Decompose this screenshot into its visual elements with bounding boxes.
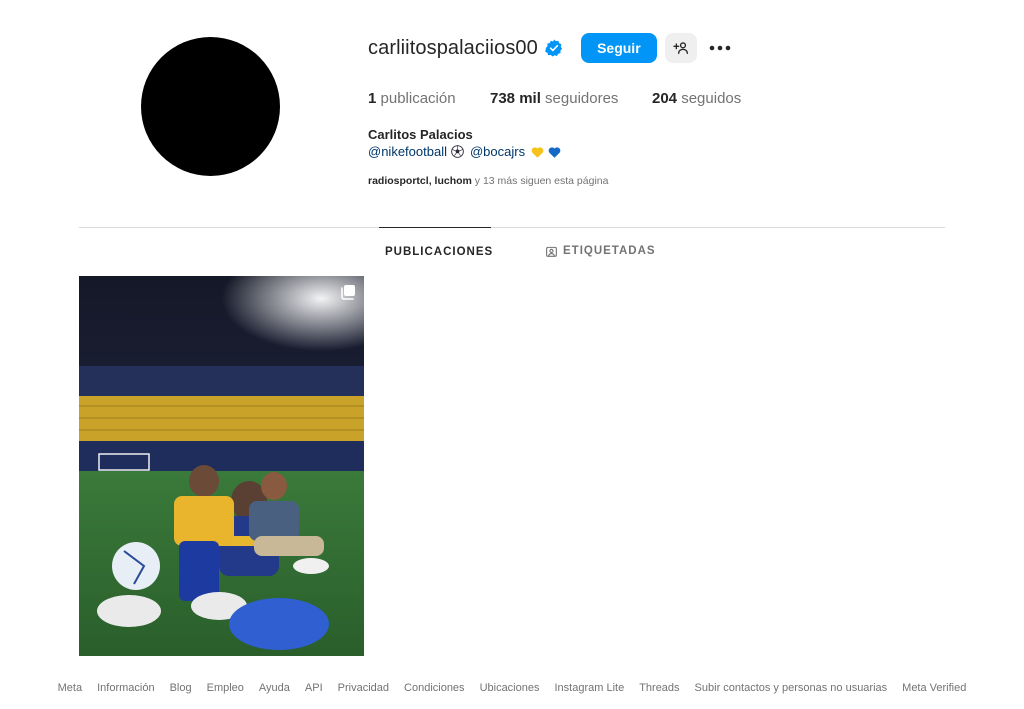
following-stat[interactable]: 204 seguidos [652,90,741,107]
profile-username: carliitospalaciios00 [368,36,538,59]
footer-link[interactable]: Blog [170,682,192,694]
tab-etiquetadas-label: ETIQUETADAS [563,245,656,257]
footer-links: Meta Información Blog Empleo Ayuda API Privaci… [0,682,1024,694]
followed-by-user-1: radiosportcl [368,175,429,187]
posts-count: 1 [368,90,377,107]
tab-etiquetadas[interactable]: ETIQUETADAS [546,227,656,275]
profile-stats: 1 publicación 738 mil seguidores 204 seg… [368,90,741,107]
following-label: seguidos [681,90,742,107]
bio-mention-bocajrs[interactable]: @bocajrs [470,144,525,159]
footer-link[interactable]: Instagram Lite [554,682,624,694]
footer-link[interactable]: Empleo [207,682,244,694]
footer-link[interactable]: Privacidad [338,682,389,694]
profile-header-row: carliitospalaciios00 Seguir [368,33,735,63]
footer-link[interactable]: Ayuda [259,682,290,694]
footer-link[interactable]: Ubicaciones [480,682,540,694]
profile-bio: @nikefootball @bocajrs [368,144,561,159]
followers-label: seguidores [545,90,619,107]
followed-by-text[interactable]: radiosportcl, luchom y 13 más siguen est… [368,175,608,187]
suggested-accounts-button[interactable] [664,33,697,63]
followed-by-rest: y 13 más siguen esta página [474,175,609,187]
verified-badge-icon [545,39,562,57]
blue-heart-icon [548,146,561,158]
more-options-button[interactable] [705,33,735,63]
followers-count: 738 mil [490,90,541,107]
tab-publicaciones-label: PUBLICACIONES [385,245,494,258]
followed-by-user-2: luchom [434,175,472,187]
carousel-icon [341,285,355,300]
bio-mention-nikefootball[interactable]: @nikefootball [368,144,447,159]
tabs-divider [79,227,945,228]
footer-link[interactable]: Información [97,682,154,694]
footer-link[interactable]: Meta [58,682,82,694]
posts-stat: 1 publicación [368,90,490,107]
footer-link[interactable]: API [305,682,323,694]
follow-button[interactable]: Seguir [580,33,657,63]
footer-link[interactable]: Threads [639,682,679,694]
footer-link[interactable]: Condiciones [404,682,465,694]
profile-avatar[interactable] [141,37,280,176]
yellow-heart-icon [531,146,544,158]
more-options-icon [709,45,731,51]
following-count: 204 [652,90,678,107]
tab-publicaciones[interactable]: PUBLICACIONES [379,227,494,275]
soccer-ball-icon [451,145,464,158]
posts-label: publicación [380,90,456,107]
footer-link[interactable]: Subir contactos y personas no usuarias [695,682,888,694]
post-image [79,276,364,656]
tagged-icon [546,246,557,257]
add-person-icon [673,42,688,54]
followers-stat[interactable]: 738 mil seguidores [490,90,652,107]
post-thumbnail[interactable] [79,276,364,656]
footer-link[interactable]: Meta Verified [902,682,966,694]
profile-full-name: Carlitos Palacios [368,127,473,142]
